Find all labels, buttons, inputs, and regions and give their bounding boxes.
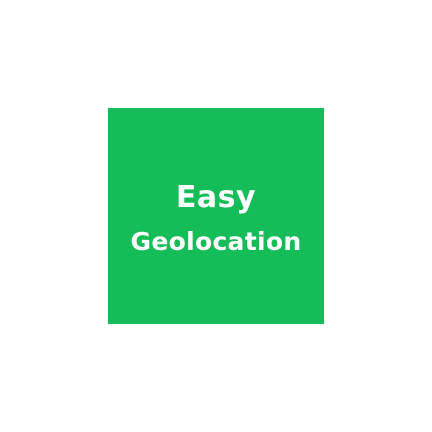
app-logo-tile: Easy Geolocation [108,108,324,324]
page-canvas: Easy Geolocation [0,0,432,432]
logo-title-line2: Geolocation [130,226,302,256]
logo-title-line1: Easy [175,179,257,215]
